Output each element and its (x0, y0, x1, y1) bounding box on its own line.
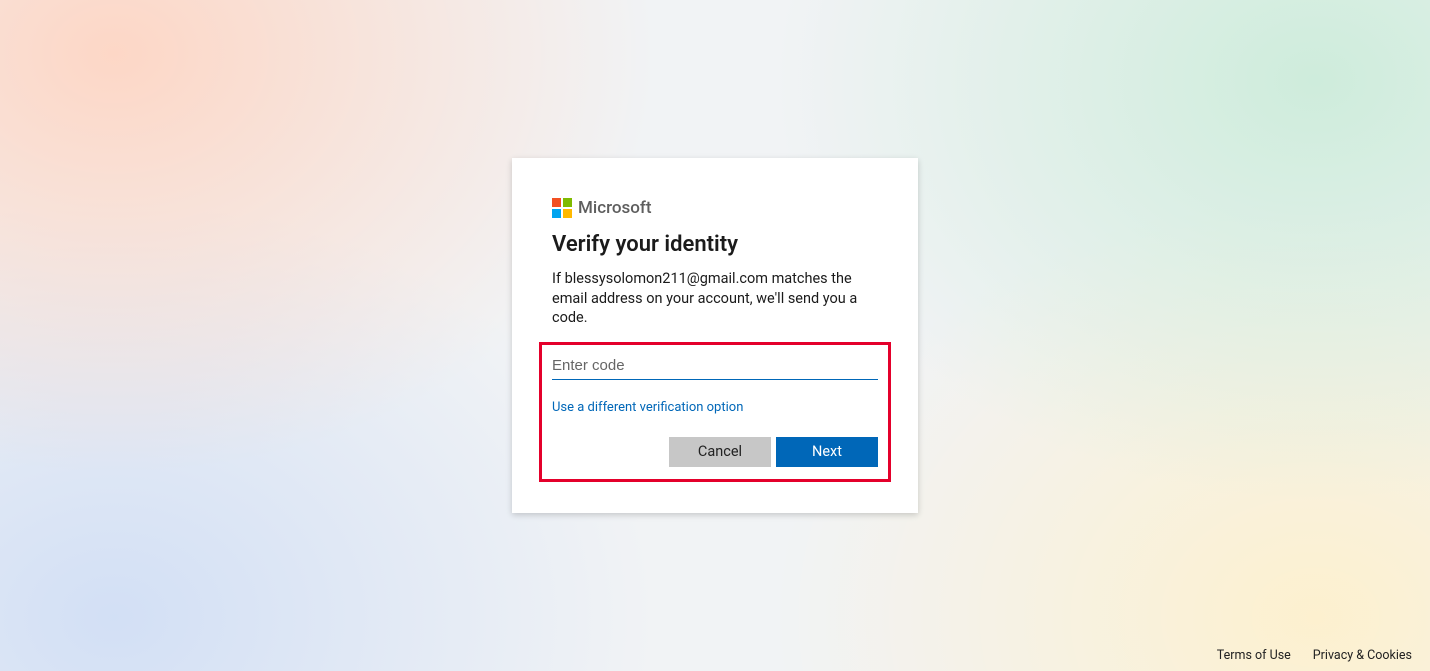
signin-card: Microsoft Verify your identity If blessy… (512, 158, 918, 513)
button-row: Cancel Next (552, 437, 878, 467)
dialog-title: Verify your identity (552, 232, 878, 257)
privacy-link[interactable]: Privacy & Cookies (1313, 648, 1412, 663)
terms-link[interactable]: Terms of Use (1217, 648, 1291, 663)
brand-name: Microsoft (578, 198, 652, 218)
code-input[interactable] (552, 351, 878, 380)
cancel-button[interactable]: Cancel (669, 437, 771, 467)
next-button[interactable]: Next (776, 437, 878, 467)
highlight-region: Use a different verification option Canc… (539, 342, 891, 482)
alt-verification-link[interactable]: Use a different verification option (552, 400, 743, 415)
brand-row: Microsoft (552, 198, 878, 218)
dialog-description: If blessysolomon211@gmail.com matches th… (552, 269, 878, 328)
footer-links: Terms of Use Privacy & Cookies (1217, 648, 1412, 663)
microsoft-logo-icon (552, 198, 572, 218)
